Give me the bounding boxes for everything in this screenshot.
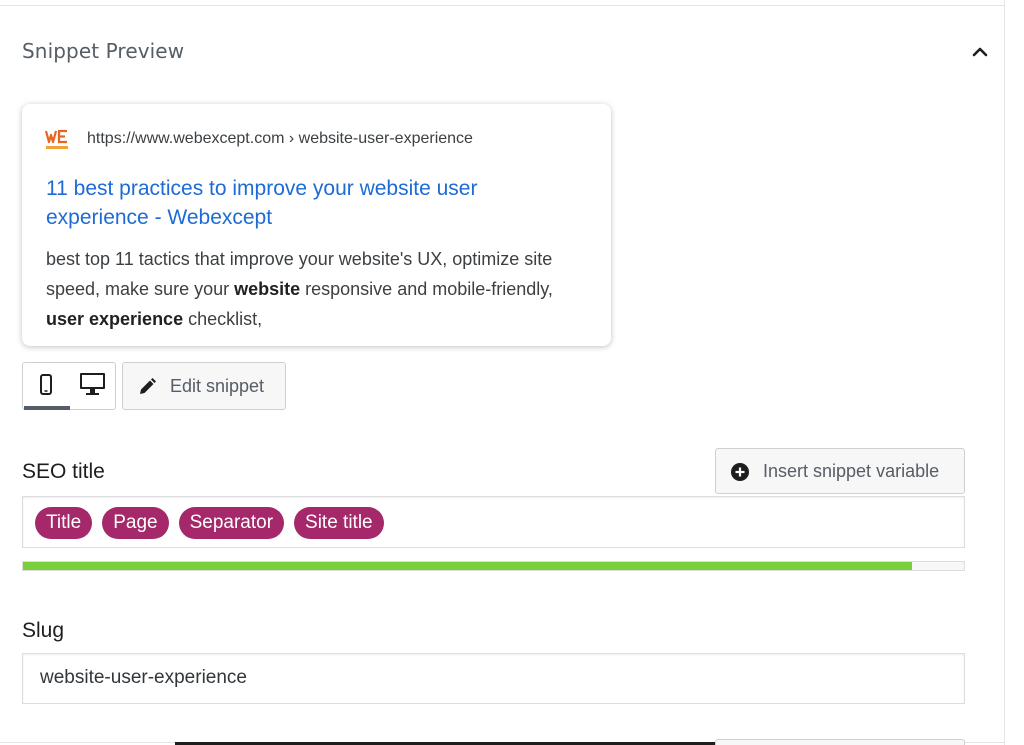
snippet-title-link[interactable]: 11 best practices to improve your websit… [46, 174, 576, 232]
mobile-preview-button[interactable] [23, 363, 69, 409]
snippet-preview-header[interactable]: Snippet Preview [22, 36, 994, 66]
variable-pill-page[interactable]: Page [102, 507, 169, 539]
description-keyword: website [234, 279, 301, 299]
edit-snippet-button[interactable]: Edit snippet [122, 362, 286, 410]
seo-title-length-fill [23, 562, 912, 570]
preview-mode-toggle [22, 362, 116, 410]
panel-title: Snippet Preview [22, 39, 185, 63]
pencil-icon [137, 377, 157, 397]
desktop-monitor-icon [80, 373, 105, 395]
right-divider [1004, 0, 1005, 745]
description-keyword: user experience [46, 309, 184, 329]
seo-title-label: SEO title [22, 460, 105, 483]
active-mode-indicator [24, 406, 70, 410]
variable-pill-title[interactable]: Title [35, 507, 93, 539]
chevron-up-icon[interactable] [968, 40, 992, 64]
slug-input[interactable]: website-user-experience [22, 653, 965, 704]
seo-title-length-meter [22, 561, 965, 571]
description-text: responsive and mobile-friendly, [300, 279, 553, 299]
snippet-editor-page: Snippet Preview https://www.webexcept.co… [0, 0, 1024, 745]
insert-snippet-variable-label: Insert snippet variable [763, 461, 940, 481]
next-button-edge[interactable] [715, 739, 965, 745]
slug-label: Slug [22, 619, 65, 642]
seo-title-variables: Title Page Separator Site title [35, 507, 384, 539]
desktop-preview-button[interactable] [69, 363, 115, 409]
description-text: checklist, [183, 309, 263, 329]
seo-title-input[interactable]: Title Page Separator Site title [22, 496, 965, 548]
mobile-phone-icon [40, 374, 52, 395]
variable-pill-site-title[interactable]: Site title [294, 507, 384, 539]
site-favicon-icon [44, 128, 69, 152]
edit-snippet-label: Edit snippet [170, 376, 265, 396]
snippet-url: https://www.webexcept.com › website-user… [87, 130, 473, 147]
insert-snippet-variable-button[interactable]: Insert snippet variable [715, 448, 965, 494]
top-divider [0, 5, 1004, 6]
google-snippet-card: https://www.webexcept.com › website-user… [22, 104, 611, 346]
snippet-description: best top 11 tactics that improve your we… [46, 244, 586, 334]
variable-pill-separator[interactable]: Separator [178, 507, 285, 539]
plus-circle-icon [730, 462, 750, 482]
